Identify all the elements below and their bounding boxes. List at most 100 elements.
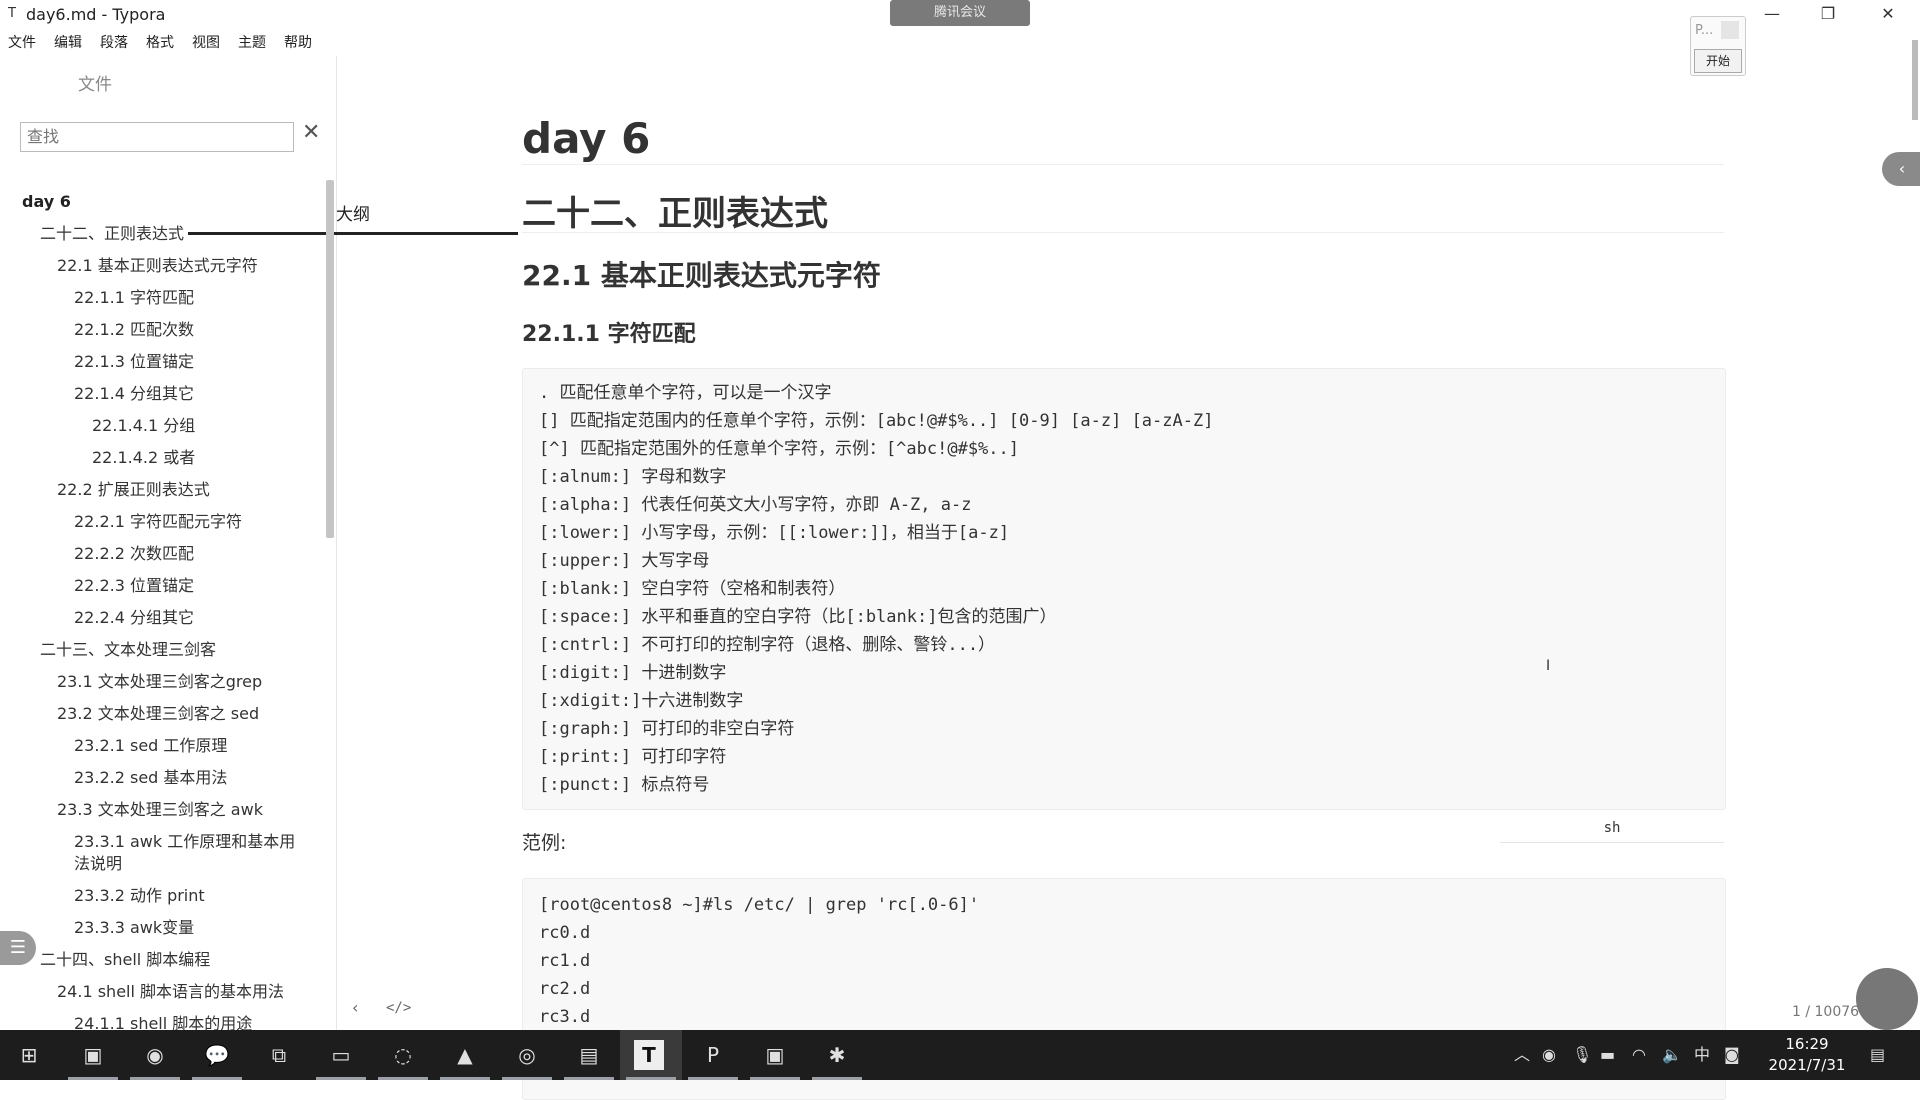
outline-item[interactable]: 22.2.2 次数匹配 [0,538,330,570]
code-line: [:xdigit:]十六进制数字 [539,691,744,711]
outline-item[interactable]: 22.1.2 匹配次数 [0,314,330,346]
chevron-left-icon[interactable]: ‹ [1882,152,1920,186]
terminal-icon[interactable]: ▤ [572,1038,606,1072]
image-app-icon[interactable]: ▣ [758,1038,792,1072]
outline-item[interactable]: 23.3 文本处理三剑客之 awk [0,794,330,826]
outline-item[interactable]: 二十二、正则表达式 [0,218,330,250]
paragraph-example: 范例: [522,832,567,854]
start-button[interactable]: 开始 [1694,49,1742,73]
code-line: [:lower:] 小写字母，示例：[[:lower:]]，相当于[a-z] [539,523,1010,543]
code-block[interactable]: . 匹配任意单个字符，可以是一个汉字 [] 匹配指定范围内的任意单个字符，示例：[… [522,368,1726,810]
outline-item[interactable]: 二十四、shell 脚本编程 [0,944,330,976]
clock-time: 16:29 [1785,1035,1829,1053]
heading-regex: 二十二、正则表达式 [522,194,828,234]
outline-item[interactable]: day 6 [0,186,330,218]
windows-start-icon[interactable]: ⊞ [12,1038,46,1072]
settings-icon[interactable]: ✱ [820,1038,854,1072]
code-line: [:print:] 可打印字符 [539,747,727,767]
code-line: . 匹配任意单个字符，可以是一个汉字 [539,383,832,403]
taskbar: ⊞ ▣ ◉ 💬 ⧉ ▭ ◌ ▲ ◎ ▤ T P ▣ ✱ ︿ ◉ 🎙 ▬ ◠ 🔈 … [0,1030,1920,1080]
heading-rule [522,164,1724,165]
code-line: [:blank:] 空白字符（空格和制表符） [539,579,846,599]
sidebar-scrollbar[interactable] [326,180,334,538]
code-line: rc1.d [539,951,591,971]
menu-help[interactable]: 帮助 [284,30,312,56]
app-thumbnail-icon[interactable]: ▣ [76,1038,110,1072]
chrome-icon[interactable]: ◉ [138,1038,172,1072]
minimize-button[interactable]: — [1744,0,1800,30]
editor-scrollbar[interactable] [1912,40,1918,120]
folder-icon[interactable]: ▭ [324,1038,358,1072]
outline-item[interactable]: 23.3.2 动作 print [0,880,330,912]
title-bar: T day6.md - Typora 腾讯会议 — ❐ ✕ [0,0,1920,30]
meeting-app-icon[interactable]: ◎ [510,1038,544,1072]
outline-item[interactable]: 22.1.4 分组其它 [0,378,330,410]
menu-file[interactable]: 文件 [8,30,36,56]
notification-icon[interactable]: ▤ [1870,1030,1885,1080]
outline-item[interactable]: 22.1.4.1 分组 [0,410,330,442]
code-line: [:space:] 水平和垂直的空白字符（比[:blank:]包含的范围广） [539,607,1057,627]
heading-rule [522,232,1724,233]
menu-edit[interactable]: 编辑 [54,30,82,56]
chevron-up-icon[interactable]: ︿ [1514,1030,1530,1080]
menu-theme[interactable]: 主题 [238,30,266,56]
code-line: rc3.d [539,1007,591,1027]
window-title: day6.md - Typora [26,5,166,24]
volume-icon[interactable]: 🔈 [1662,1030,1682,1080]
code-line: [:alnum:] 字母和数字 [539,467,727,487]
outline-item[interactable]: 23.2 文本处理三剑客之 sed [0,698,330,730]
powerpoint-icon[interactable]: P [696,1038,730,1072]
maximize-button[interactable]: ❐ [1800,0,1856,30]
microphone-icon[interactable]: 🎙 [1572,1030,1592,1080]
menu-view[interactable]: 视图 [192,30,220,56]
wechat-icon[interactable]: 💬 [200,1038,234,1072]
browser-icon[interactable]: ◌ [386,1038,420,1072]
code-line: [:graph:] 可打印的非空白字符 [539,719,795,739]
mini-panel-label: P... [1695,23,1714,38]
outline-item[interactable]: 22.1.4.2 或者 [0,442,330,474]
chevron-left-icon[interactable]: ‹ [352,998,358,1017]
taskbar-clock[interactable]: 16:29 2021/7/31 [1752,1034,1862,1076]
outline-item[interactable]: 二十三、文本处理三剑客 [0,634,330,666]
typora-icon[interactable]: T [634,1040,664,1070]
outline-item[interactable]: 23.2.1 sed 工作原理 [0,730,330,762]
battery-icon[interactable]: ▬ [1600,1030,1615,1080]
outline-item[interactable]: 23.1 文本处理三剑客之grep [0,666,330,698]
outline-search[interactable] [20,122,295,152]
outline-item[interactable]: 22.2.3 位置锚定 [0,570,330,602]
outline-search-input[interactable] [21,123,295,149]
code-line: [:cntrl:] 不可打印的控制字符（退格、删除、警铃...） [539,635,996,655]
qq-icon[interactable]: ◙ [1724,1030,1740,1080]
tab-files[interactable]: 文件 [42,68,148,102]
menu-paragraph[interactable]: 段落 [100,30,128,56]
meeting-indicator[interactable]: 腾讯会议 [890,0,1030,26]
outline-item[interactable]: 23.2.2 sed 基本用法 [0,762,330,794]
wifi-icon[interactable]: ◠ [1632,1030,1646,1080]
source-code-mode-icon[interactable]: </> [386,1000,411,1016]
outline-item[interactable]: 22.1 基本正则表达式元字符 [0,250,330,282]
outline-item[interactable]: 22.2.4 分组其它 [0,602,330,634]
code-language-input[interactable]: sh [1500,814,1724,843]
outline-item[interactable]: 23.3.3 awk变量 [0,912,330,944]
sidebar-tabs: 文件 大纲 [0,68,518,235]
ime-indicator[interactable]: 中 [1694,1030,1710,1080]
outline-list: day 6 二十二、正则表达式 22.1 基本正则表达式元字符 22.1.1 字符匹配… [0,186,330,1040]
outline-item[interactable]: 22.2.1 字符匹配元字符 [0,506,330,538]
close-button[interactable]: ✕ [1860,0,1916,30]
menu-format[interactable]: 格式 [146,30,174,56]
photos-icon[interactable]: ▲ [448,1038,482,1072]
toc-toggle-icon[interactable]: ☰ [0,931,36,965]
code-line: [root@centos8 ~]#ls /etc/ | grep 'rc[.0-… [539,895,980,915]
word-count[interactable]: 1 / 10076 [1792,1004,1859,1020]
sidebar: 文件 大纲 ✕ day 6二十二、正则表达式22.1 基本正则表达式元字符22.… [0,56,518,1033]
outline-item[interactable]: 22.1.3 位置锚定 [0,346,330,378]
typora-app-icon: T [8,6,16,21]
close-icon[interactable]: ✕ [302,120,320,145]
outline-item[interactable]: 22.2 扩展正则表达式 [0,474,330,506]
outline-item[interactable]: 24.1 shell 脚本语言的基本用法 [0,976,330,1008]
camera-icon[interactable]: ◉ [1542,1030,1556,1080]
outline-item[interactable]: 22.1.1 字符匹配 [0,282,330,314]
code-line: [^] 匹配指定范围外的任意单个字符，示例：[^abc!@#$%..] [539,439,1019,459]
task-view-icon[interactable]: ⧉ [262,1038,296,1072]
outline-item[interactable]: 23.3.1 awk 工作原理和基本用法说明 [0,826,310,880]
